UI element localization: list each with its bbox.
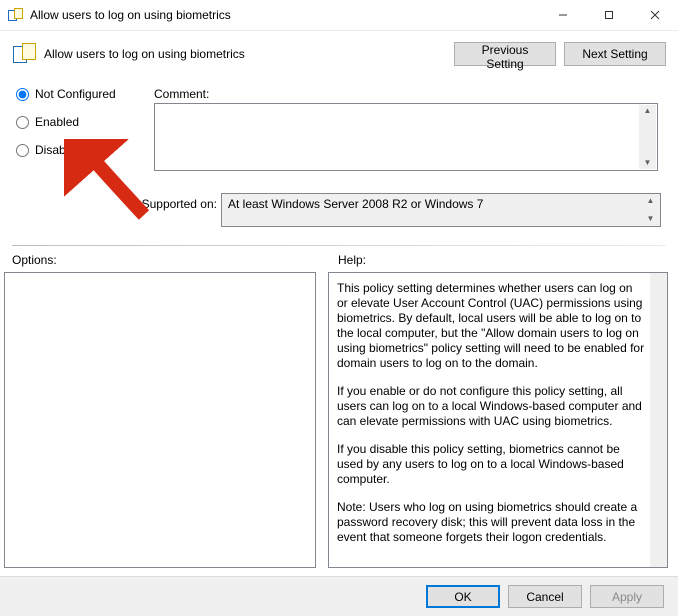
comment-scrollbar[interactable]: ▲ ▼ xyxy=(639,105,656,169)
radio-not-configured[interactable]: Not Configured xyxy=(16,87,146,101)
window-title: Allow users to log on using biometrics xyxy=(30,8,540,22)
help-panel: This policy setting determines whether u… xyxy=(328,272,668,568)
supported-on-label: Supported on: xyxy=(139,193,217,211)
help-paragraph: If you disable this policy setting, biom… xyxy=(337,442,645,487)
help-label: Help: xyxy=(338,253,366,267)
help-scrollbar[interactable] xyxy=(650,273,667,567)
scroll-up-icon[interactable]: ▲ xyxy=(644,107,652,115)
minimize-button[interactable] xyxy=(540,0,586,30)
radio-disabled-input[interactable] xyxy=(16,144,29,157)
scroll-down-icon[interactable]: ▼ xyxy=(644,159,652,167)
button-bar: OK Cancel Apply xyxy=(0,576,678,616)
supported-on-value-box: At least Windows Server 2008 R2 or Windo… xyxy=(221,193,661,227)
radio-not-configured-input[interactable] xyxy=(16,88,29,101)
radio-enabled[interactable]: Enabled xyxy=(16,115,146,129)
next-setting-button[interactable]: Next Setting xyxy=(564,42,666,66)
previous-setting-button[interactable]: Previous Setting xyxy=(454,42,556,66)
supported-scrollbar: ▲ ▼ xyxy=(642,195,659,225)
separator xyxy=(12,245,666,246)
radio-enabled-label: Enabled xyxy=(35,115,79,129)
apply-button[interactable]: Apply xyxy=(590,585,664,608)
state-radio-group: Not Configured Enabled Disabled xyxy=(16,87,146,171)
radio-enabled-input[interactable] xyxy=(16,116,29,129)
header-row: Allow users to log on using biometrics P… xyxy=(12,41,666,67)
policy-icon xyxy=(8,7,24,23)
window-controls xyxy=(540,0,678,30)
radio-disabled-label: Disabled xyxy=(35,143,82,157)
maximize-button[interactable] xyxy=(586,0,632,30)
options-label: Options: xyxy=(12,253,57,267)
radio-disabled[interactable]: Disabled xyxy=(16,143,146,157)
close-button[interactable] xyxy=(632,0,678,30)
comment-textarea[interactable]: ▲ ▼ xyxy=(154,103,658,171)
help-paragraph: This policy setting determines whether u… xyxy=(337,281,645,371)
title-bar: Allow users to log on using biometrics xyxy=(0,0,678,31)
help-paragraph: If you enable or do not configure this p… xyxy=(337,384,645,429)
help-text: This policy setting determines whether u… xyxy=(337,281,645,559)
help-paragraph: Note: Users who log on using biometrics … xyxy=(337,500,645,545)
scroll-up-icon: ▲ xyxy=(647,197,655,205)
dialog-body: Allow users to log on using biometrics P… xyxy=(0,31,678,576)
supported-block: Supported on: At least Windows Server 20… xyxy=(139,193,664,227)
ok-button[interactable]: OK xyxy=(426,585,500,608)
comment-block: Comment: ▲ ▼ xyxy=(154,87,664,171)
comment-label: Comment: xyxy=(154,87,664,101)
cancel-button[interactable]: Cancel xyxy=(508,585,582,608)
page-title: Allow users to log on using biometrics xyxy=(44,47,245,61)
options-panel xyxy=(4,272,316,568)
scroll-down-icon: ▼ xyxy=(647,215,655,223)
supported-on-value: At least Windows Server 2008 R2 or Windo… xyxy=(222,194,660,211)
policy-icon xyxy=(12,41,38,67)
radio-not-configured-label: Not Configured xyxy=(35,87,116,101)
